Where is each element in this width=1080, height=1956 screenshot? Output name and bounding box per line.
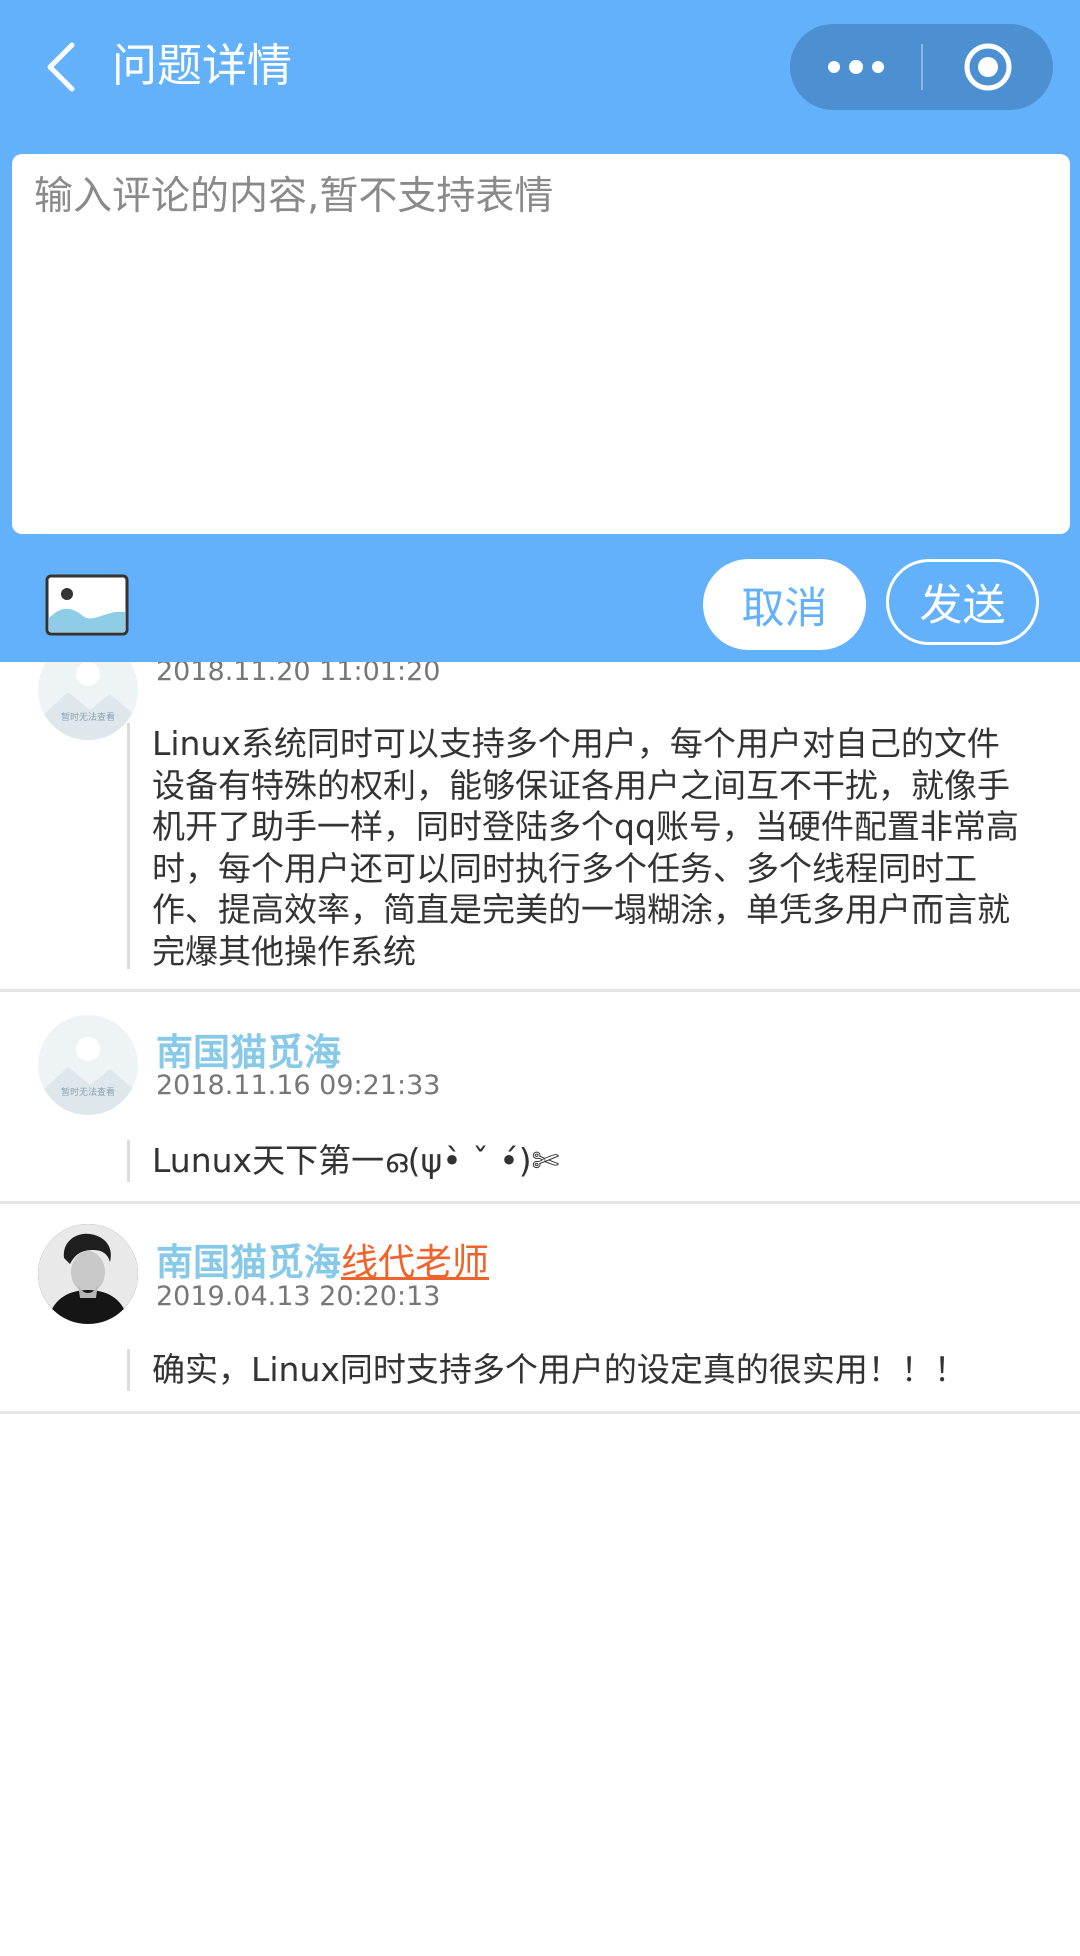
target-circle-icon xyxy=(964,43,1012,91)
image-placeholder-icon: 暂时无法查看 xyxy=(38,1015,138,1115)
svg-text:暂时无法查看: 暂时无法查看 xyxy=(61,711,115,723)
comment-input[interactable] xyxy=(12,154,1070,534)
image-icon xyxy=(45,574,129,636)
page-title: 问题详情 xyxy=(112,39,293,92)
user-photo-icon xyxy=(38,1224,138,1324)
cancel-button[interactable]: 取消 xyxy=(703,559,866,650)
back-button[interactable] xyxy=(30,28,94,106)
insert-image-button[interactable] xyxy=(45,574,129,636)
comment-item: 暂时无法查看 南国猫觅海 2018.11.16 09:21:33 Lunux天下… xyxy=(0,992,1080,1204)
teacher-tag-link[interactable]: 线代老师 xyxy=(341,1241,489,1284)
send-button[interactable]: 发送 xyxy=(886,559,1039,645)
avatar: 暂时无法查看 xyxy=(38,1015,138,1115)
comment-content: Lunux天下第一ഒ(ψ•̀ ˇ •́)✄ xyxy=(127,1140,1027,1182)
svg-text:暂时无法查看: 暂时无法查看 xyxy=(61,1086,115,1098)
close-button[interactable] xyxy=(923,24,1053,110)
more-dots-icon xyxy=(827,60,884,74)
mini-program-capsule xyxy=(790,24,1053,110)
comment-username[interactable]: 南国猫觅海线代老师 xyxy=(156,1232,489,1286)
chevron-left-icon xyxy=(47,42,75,92)
comment-username-text[interactable]: 南国猫觅海 xyxy=(156,1241,341,1284)
comment-content: Linux系统同时可以支持多个用户，每个用户对自己的文件设备有特殊的权利，能够保… xyxy=(127,723,1027,971)
avatar xyxy=(38,1224,138,1324)
comment-compose-panel: 取消 发送 xyxy=(0,142,1080,662)
more-button[interactable] xyxy=(790,24,921,110)
comment-timestamp: 2018.11.16 09:21:33 xyxy=(156,1070,441,1101)
comment-content: 确实，Linux同时支持多个用户的设定真的很实用！！！ xyxy=(127,1349,1027,1391)
comment-username[interactable]: 南国猫觅海 xyxy=(156,1022,341,1076)
navigation-bar: 问题详情 xyxy=(0,0,1080,142)
comment-item: 南国猫觅海线代老师 2019.04.13 20:20:13 确实，Linux同时… xyxy=(0,1204,1080,1414)
comment-timestamp: 2019.04.13 20:20:13 xyxy=(156,1281,441,1312)
